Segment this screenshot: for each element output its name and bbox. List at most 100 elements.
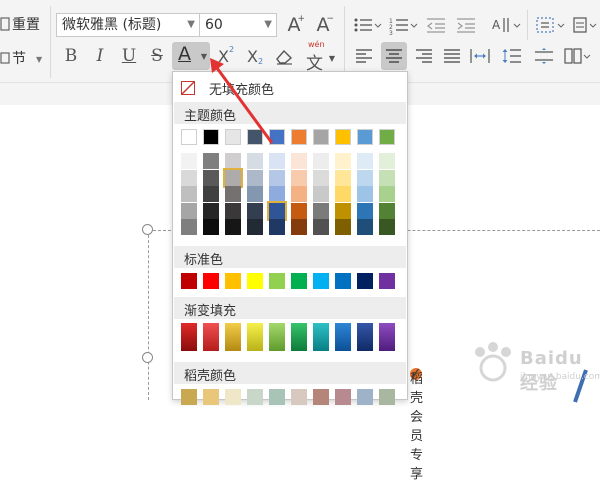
standard-color-swatch[interactable]	[225, 273, 241, 289]
theme-shade-swatch[interactable]	[225, 186, 241, 202]
line-spacing-icon[interactable]	[500, 44, 524, 68]
numbered-list-icon[interactable]: 123	[388, 13, 418, 37]
theme-shade-swatch[interactable]	[203, 186, 219, 202]
theme-shade-swatch[interactable]	[203, 219, 219, 235]
theme-shade-swatch[interactable]	[357, 153, 373, 169]
theme-color-swatch[interactable]	[203, 129, 219, 145]
standard-color-swatch[interactable]	[203, 273, 219, 289]
theme-shade-swatch[interactable]	[313, 153, 329, 169]
transform-icon[interactable]	[570, 13, 598, 37]
theme-shade-swatch[interactable]	[225, 202, 241, 219]
theme-shade-swatch[interactable]	[335, 186, 351, 202]
theme-shade-swatch[interactable]	[335, 153, 351, 169]
theme-shade-swatch[interactable]	[247, 186, 263, 202]
theme-shade-swatch[interactable]	[269, 219, 285, 235]
font-name-select[interactable]: 微软雅黑 (标题) ▼	[56, 13, 200, 37]
theme-shade-swatch[interactable]	[379, 169, 395, 186]
gradient-color-swatch[interactable]	[203, 323, 219, 351]
standard-color-swatch[interactable]	[379, 273, 395, 289]
theme-color-swatch[interactable]	[247, 129, 263, 145]
pinyin-guide-button[interactable]: wén 文 ▼	[302, 40, 336, 74]
reset-button[interactable]: 重置	[12, 16, 40, 34]
theme-shade-swatch[interactable]	[225, 153, 241, 169]
no-fill-option[interactable]: 无填充颜色	[173, 74, 407, 102]
shrink-font-icon[interactable]: A −	[312, 13, 335, 37]
chevron-down-icon[interactable]: ▼	[329, 54, 335, 63]
resize-handle[interactable]	[142, 224, 153, 235]
theme-shade-swatch[interactable]	[223, 167, 243, 188]
theme-shade-swatch[interactable]	[357, 202, 373, 219]
theme-shade-swatch[interactable]	[291, 169, 307, 186]
resize-handle[interactable]	[142, 352, 153, 363]
theme-shade-swatch[interactable]	[335, 219, 351, 235]
theme-shade-swatch[interactable]	[267, 200, 287, 221]
theme-shade-swatch[interactable]	[291, 202, 307, 219]
gradient-color-swatch[interactable]	[269, 323, 285, 351]
theme-shade-swatch[interactable]	[181, 219, 197, 235]
chevron-down-icon[interactable]: ▼	[264, 14, 272, 36]
bold-button[interactable]: B	[60, 44, 82, 68]
theme-shade-swatch[interactable]	[247, 153, 263, 169]
align-left-icon[interactable]	[352, 44, 376, 68]
gradient-color-swatch[interactable]	[379, 323, 395, 351]
gradient-color-swatch[interactable]	[335, 323, 351, 351]
theme-color-swatch[interactable]	[225, 129, 241, 145]
theme-shade-swatch[interactable]	[379, 153, 395, 169]
theme-shade-swatch[interactable]	[181, 153, 197, 169]
standard-color-swatch[interactable]	[357, 273, 373, 289]
standard-color-swatch[interactable]	[291, 273, 307, 289]
columns-icon[interactable]	[562, 44, 592, 68]
standard-color-swatch[interactable]	[335, 273, 351, 289]
theme-shade-swatch[interactable]	[203, 169, 219, 186]
theme-shade-swatch[interactable]	[313, 202, 329, 219]
chevron-down-icon[interactable]: ▼	[187, 14, 195, 36]
justify-icon[interactable]	[440, 44, 464, 68]
standard-color-swatch[interactable]	[269, 273, 285, 289]
gradient-color-swatch[interactable]	[225, 323, 241, 351]
theme-color-swatch[interactable]	[313, 129, 329, 145]
gradient-color-swatch[interactable]	[291, 323, 307, 351]
gradient-color-swatch[interactable]	[181, 323, 197, 351]
italic-button[interactable]: I	[89, 44, 111, 68]
docer-color-swatch[interactable]	[269, 389, 285, 405]
gradient-color-swatch[interactable]	[313, 323, 329, 351]
theme-shade-swatch[interactable]	[225, 219, 241, 235]
theme-color-swatch[interactable]	[357, 129, 373, 145]
theme-shade-swatch[interactable]	[269, 169, 285, 186]
superscript-button[interactable]: X2	[215, 44, 237, 68]
theme-shade-swatch[interactable]	[313, 186, 329, 202]
text-direction-icon[interactable]: A	[490, 13, 522, 37]
theme-shade-swatch[interactable]	[181, 202, 197, 219]
theme-shade-swatch[interactable]	[291, 186, 307, 202]
eraser-icon[interactable]	[273, 44, 295, 68]
reset-icon[interactable]	[0, 15, 10, 33]
theme-shade-swatch[interactable]	[379, 202, 395, 219]
docer-color-swatch[interactable]	[181, 389, 197, 405]
theme-shade-swatch[interactable]	[335, 169, 351, 186]
theme-shade-swatch[interactable]	[203, 202, 219, 219]
align-center-icon[interactable]	[381, 42, 407, 70]
increase-indent-icon[interactable]	[454, 13, 478, 37]
strikethrough-button[interactable]: S	[146, 44, 168, 68]
theme-shade-swatch[interactable]	[269, 153, 285, 169]
docer-color-swatch[interactable]	[203, 389, 219, 405]
text-box-icon[interactable]	[534, 13, 566, 37]
chevron-down-icon[interactable]: ▼	[201, 52, 207, 61]
theme-shade-swatch[interactable]	[313, 219, 329, 235]
decrease-indent-icon[interactable]	[424, 13, 448, 37]
docer-color-swatch[interactable]	[379, 389, 395, 405]
theme-shade-swatch[interactable]	[357, 169, 373, 186]
chevron-down-icon[interactable]: ▼	[36, 55, 42, 64]
docer-color-swatch[interactable]	[291, 389, 307, 405]
theme-shade-swatch[interactable]	[247, 169, 263, 186]
font-size-select[interactable]: 60 ▼	[199, 13, 277, 37]
standard-color-swatch[interactable]	[313, 273, 329, 289]
theme-shade-swatch[interactable]	[181, 186, 197, 202]
underline-button[interactable]: U	[118, 44, 140, 68]
theme-color-swatch[interactable]	[181, 129, 197, 145]
theme-shade-swatch[interactable]	[181, 169, 197, 186]
docer-color-swatch[interactable]	[357, 389, 373, 405]
theme-shade-swatch[interactable]	[379, 219, 395, 235]
font-color-button[interactable]: A ▼	[172, 42, 210, 70]
theme-shade-swatch[interactable]	[203, 153, 219, 169]
